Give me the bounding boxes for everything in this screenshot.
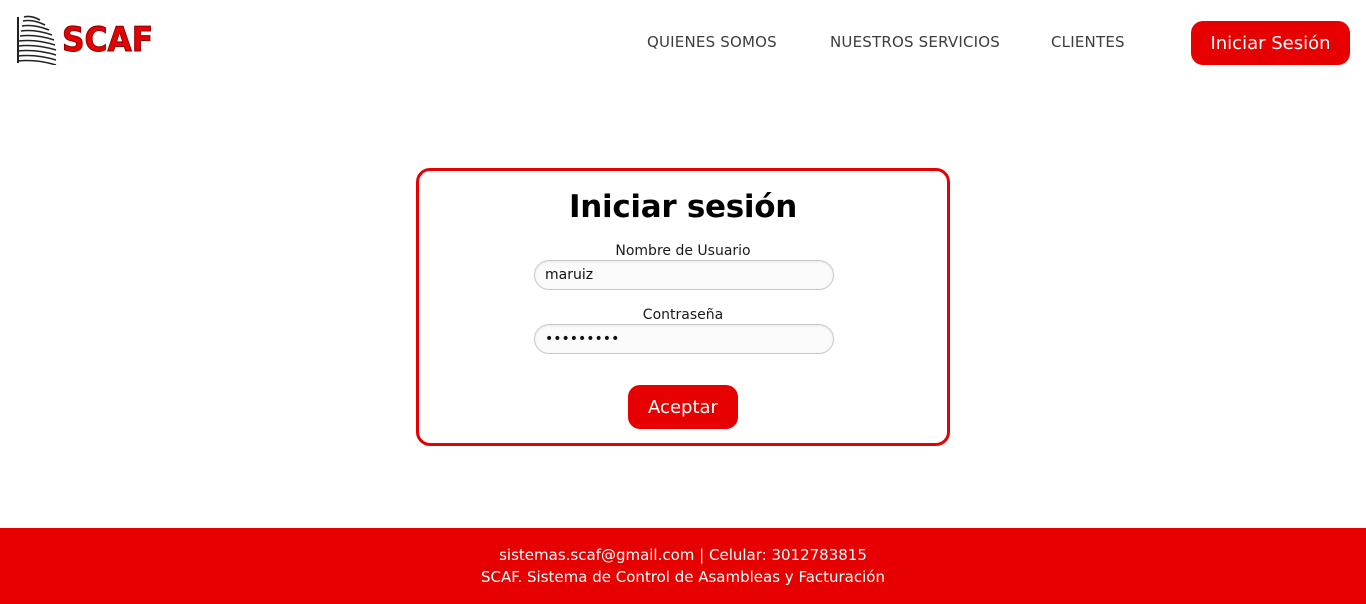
login-title: Iniciar sesión xyxy=(569,189,797,225)
password-field[interactable] xyxy=(534,324,834,354)
footer-contact: sistemas.scaf@gmail.com | Celular: 30127… xyxy=(499,546,867,564)
nav-nuestros-servicios[interactable]: NUESTROS SERVICIOS xyxy=(830,33,1000,51)
nav-clientes[interactable]: CLIENTES xyxy=(1051,33,1125,51)
login-page: SCAF QUIENES SOMOS NUESTROS SERVICIOS CL… xyxy=(0,0,1366,604)
login-card: Iniciar sesión Nombre de Usuario Contras… xyxy=(416,168,950,446)
footer-tagline: SCAF. Sistema de Control de Asambleas y … xyxy=(481,568,885,586)
site-header: SCAF QUIENES SOMOS NUESTROS SERVICIOS CL… xyxy=(0,0,1366,86)
header-login-button[interactable]: Iniciar Sesión xyxy=(1191,21,1350,65)
nav-quienes-somos[interactable]: QUIENES SOMOS xyxy=(647,33,777,51)
main-nav: QUIENES SOMOS NUESTROS SERVICIOS CLIENTE… xyxy=(0,33,1366,55)
accept-button[interactable]: Aceptar xyxy=(628,385,738,429)
site-footer: sistemas.scaf@gmail.com | Celular: 30127… xyxy=(0,528,1366,604)
password-label: Contraseña xyxy=(642,307,724,323)
username-field[interactable] xyxy=(534,260,834,290)
username-label: Nombre de Usuario xyxy=(615,243,751,259)
